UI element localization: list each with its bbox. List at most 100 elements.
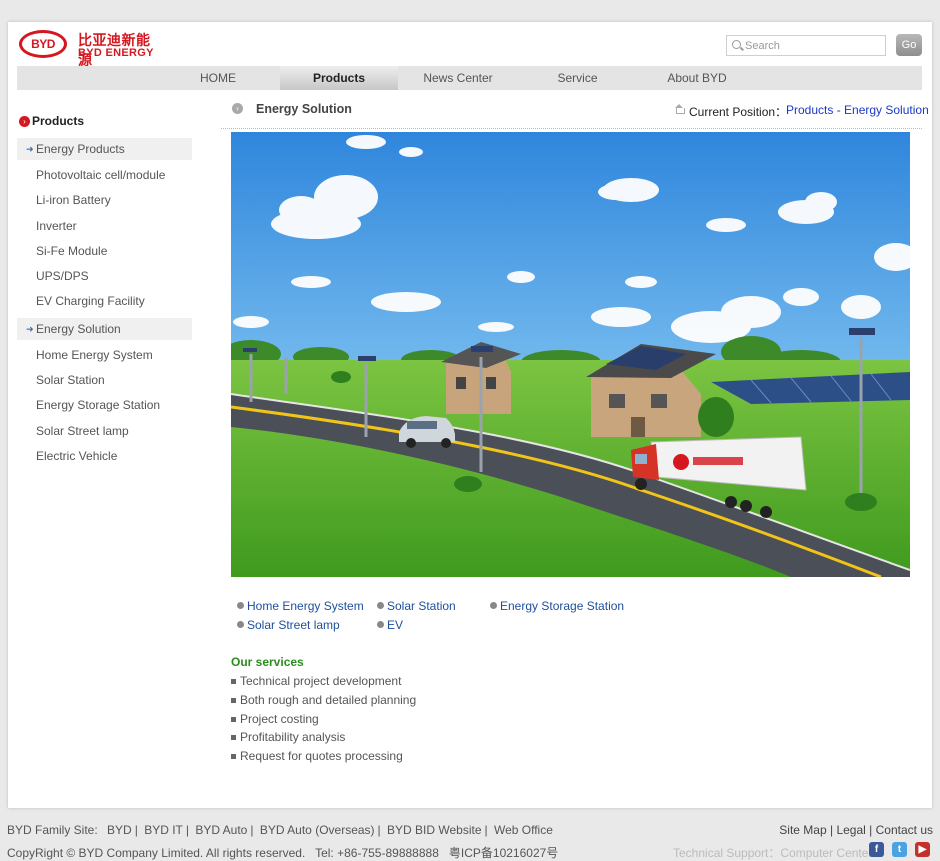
nav-about-byd[interactable]: About BYD [637, 66, 757, 90]
sidebar-item-inverter[interactable]: Inverter [17, 215, 192, 237]
search-icon [732, 40, 741, 49]
sidebar-item-label: Electric Vehicle [36, 449, 118, 463]
nav-news-center[interactable]: News Center [398, 66, 518, 90]
sidebar-item-label: EV Charging Facility [36, 294, 145, 308]
family-link-byd-it[interactable]: BYD IT [144, 823, 183, 837]
sidebar-item-label: Li-iron Battery [36, 193, 111, 207]
link-label: Home Energy System [247, 599, 364, 613]
square-bullet-icon [231, 679, 236, 684]
square-bullet-icon [231, 698, 236, 703]
search-box [726, 35, 886, 56]
sidebar-item-label: UPS/DPS [36, 269, 89, 283]
service-text: Profitability analysis [240, 730, 346, 744]
sidebar-item-label: Photovoltaic cell/module [36, 168, 166, 182]
sidebar-item-ev-charging[interactable]: EV Charging Facility [17, 290, 192, 312]
icp-number[interactable]: 粤ICP备10216027号 [449, 846, 558, 860]
site-map-link[interactable]: Site Map [779, 823, 826, 837]
contact-us-link[interactable]: Contact us [876, 823, 933, 837]
bullet-icon [377, 621, 384, 628]
sidebar-item-label: Home Energy System [36, 348, 153, 362]
arrow-right-icon: ➜ [26, 324, 34, 334]
services-heading: Our services [231, 655, 304, 669]
service-item: Request for quotes processing [231, 749, 403, 763]
current-position-label: Current Position： [689, 105, 788, 119]
service-item: Project costing [231, 712, 319, 726]
service-text: Technical project development [240, 674, 402, 688]
family-link-web-office[interactable]: Web Office [494, 823, 553, 837]
service-item: Both rough and detailed planning [231, 693, 416, 707]
sidebar-category-energy-solution[interactable]: ➜ Energy Solution [17, 318, 192, 340]
service-text: Request for quotes processing [240, 749, 403, 763]
service-item: Profitability analysis [231, 730, 345, 744]
sidebar-item-label: Energy Products [36, 142, 125, 156]
byd-logo-oval: BYD [19, 30, 67, 58]
sidebar-item-label: Solar Street lamp [36, 424, 129, 438]
twitter-icon[interactable]: t [892, 842, 907, 857]
family-sites: BYD Family Site: BYD | BYD IT | BYD Auto | … [7, 823, 553, 837]
family-site-label: BYD Family Site: [7, 823, 98, 837]
sidebar-item-energy-storage-station[interactable]: Energy Storage Station [17, 394, 192, 416]
bullet-icon [237, 621, 244, 628]
breadcrumb[interactable]: Products - Energy Solution [786, 103, 929, 117]
telephone: Tel: +86-755-89888888 [315, 846, 439, 860]
chevron-right-icon: › [19, 116, 30, 127]
copyright-text: CopyRight © BYD Company Limited. All rig… [7, 846, 306, 860]
sidebar-item-label: Energy Storage Station [36, 398, 161, 412]
sidebar-item-label: Si-Fe Module [36, 244, 108, 258]
sidebar-title: Products [32, 114, 85, 128]
byd-energy-logo[interactable]: BYD 比亚迪新能源 BYD ENERGY [19, 28, 159, 69]
sidebar-item-li-iron-battery[interactable]: Li-iron Battery [17, 189, 192, 211]
sidebar-item-ups-dps[interactable]: UPS/DPS [17, 265, 192, 287]
sidebar-item-home-energy-system[interactable]: Home Energy System [17, 344, 192, 366]
sidebar-item-photovoltaic[interactable]: Photovoltaic cell/module [17, 164, 192, 186]
page-title: Energy Solution [256, 102, 352, 116]
page-container: BYD 比亚迪新能源 BYD ENERGY Go HOME Products N… [8, 22, 932, 808]
family-link-byd[interactable]: BYD [107, 823, 132, 837]
sidebar-item-solar-street-lamp[interactable]: Solar Street lamp [17, 420, 192, 442]
divider [221, 128, 922, 129]
link-label: Solar Station [387, 599, 456, 613]
sidebar-category-energy-products[interactable]: ➜ Energy Products [17, 138, 192, 160]
logo-text: BYD [31, 37, 55, 51]
nav-service[interactable]: Service [518, 66, 637, 90]
family-link-byd-bid[interactable]: BYD BID Website [387, 823, 481, 837]
sidebar-item-label: Energy Solution [36, 322, 121, 336]
bullet-icon [237, 602, 244, 609]
bullet-icon [377, 602, 384, 609]
family-link-byd-auto-overseas[interactable]: BYD Auto (Overseas) [260, 823, 375, 837]
chevron-right-icon: › [232, 103, 243, 114]
nav-products[interactable]: Products [280, 66, 398, 90]
facebook-icon[interactable]: f [869, 842, 884, 857]
link-home-energy-system[interactable]: Home Energy System [237, 599, 364, 613]
copyright: CopyRight © BYD Company Limited. All rig… [7, 844, 558, 861]
go-button[interactable]: Go [896, 34, 922, 56]
logo-english-text: BYD ENERGY [78, 47, 154, 59]
service-text: Both rough and detailed planning [240, 693, 417, 707]
energy-solution-banner [231, 132, 910, 577]
search-input[interactable] [745, 37, 883, 54]
sidebar-item-label: Inverter [36, 219, 77, 233]
youtube-icon[interactable]: ▶ [915, 842, 930, 857]
link-solar-street-lamp[interactable]: Solar Street lamp [237, 618, 340, 632]
main-nav: HOME Products News Center Service About … [17, 66, 922, 90]
nav-home[interactable]: HOME [156, 66, 280, 90]
sidebar-item-si-fe-module[interactable]: Si-Fe Module [17, 240, 192, 262]
service-item: Technical project development [231, 674, 401, 688]
link-label: Solar Street lamp [247, 618, 340, 632]
sidebar-item-label: Solar Station [36, 373, 105, 387]
link-energy-storage-station[interactable]: Energy Storage Station [490, 599, 624, 613]
legal-link[interactable]: Legal [836, 823, 865, 837]
sidebar-item-electric-vehicle[interactable]: Electric Vehicle [17, 445, 192, 467]
bullet-icon [490, 602, 497, 609]
link-label: Energy Storage Station [500, 599, 625, 613]
square-bullet-icon [231, 717, 236, 722]
technical-support: Technical Support：Computer Center [673, 846, 873, 860]
family-link-byd-auto[interactable]: BYD Auto [195, 823, 247, 837]
home-icon [674, 104, 685, 114]
link-solar-station[interactable]: Solar Station [377, 599, 456, 613]
sidebar-item-solar-station[interactable]: Solar Station [17, 369, 192, 391]
link-ev[interactable]: EV [377, 618, 403, 632]
service-text: Project costing [240, 712, 319, 726]
square-bullet-icon [231, 754, 236, 759]
arrow-right-icon: ➜ [26, 144, 34, 154]
